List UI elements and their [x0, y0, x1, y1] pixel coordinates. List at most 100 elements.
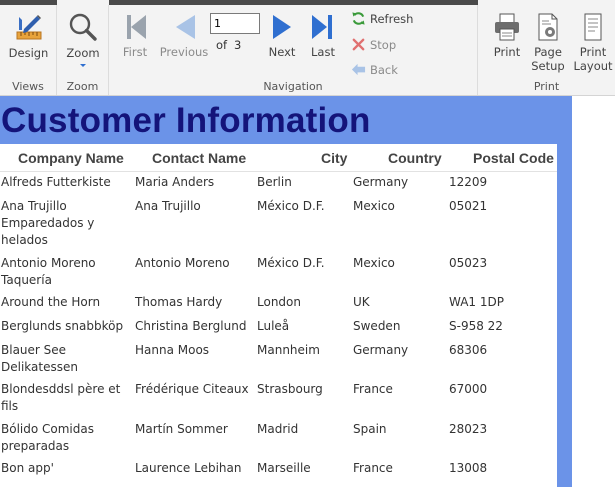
magnifier-icon [69, 13, 97, 41]
cell-country: France [353, 382, 393, 396]
print-layout-label-2: Layout [573, 59, 613, 73]
cell-contact: Laurence Lebihan [135, 461, 242, 475]
cell-postal: 28023 [449, 422, 488, 436]
print-group-label: Print [533, 80, 560, 93]
cell-country: Germany [353, 175, 409, 189]
cell-postal: WA1 1DP [449, 295, 504, 309]
previous-page-icon [176, 15, 195, 39]
cell-contact: Christina Berglund [135, 319, 247, 333]
cell-contact: Antonio Moreno [135, 256, 230, 270]
cell-company: Blondesddsl père et fils [1, 382, 121, 413]
cell-city: Berlin [257, 175, 292, 189]
cell-company: Berglunds snabbköp [1, 319, 124, 333]
print-layout-button[interactable]: Print Layout [572, 12, 614, 73]
column-header-city: City [321, 150, 348, 166]
first-label: First [122, 45, 148, 59]
back-button[interactable]: Back [351, 62, 398, 77]
cell-postal: 12209 [449, 175, 488, 189]
cell-postal: 13008 [449, 461, 488, 475]
page-setup-label-2: Setup [531, 59, 565, 73]
navigation-group-label: Navigation [263, 80, 323, 93]
cell-city: Madrid [257, 422, 299, 436]
print-layout-label-1: Print [579, 45, 607, 59]
cell-company: Bólido Comidas preparadas [1, 422, 94, 453]
ribbon-toolbar: Design Views Zoom Zoom Navigation First [0, 0, 615, 96]
cell-city: Strasbourg [257, 382, 323, 396]
cell-company: Around the Horn [1, 295, 101, 309]
refresh-button[interactable]: Refresh [351, 11, 413, 26]
page-setup-label-1: Page [534, 45, 562, 59]
cell-country: France [353, 461, 393, 475]
cell-contact: Hanna Moos [135, 343, 210, 357]
print-label: Print [493, 45, 521, 59]
stop-label: Stop [370, 37, 397, 52]
cell-country: Spain [353, 422, 387, 436]
report-page: Company Name Contact Name City Country P… [0, 144, 557, 487]
cell-country: Mexico [353, 199, 395, 213]
previous-label: Previous [159, 45, 209, 59]
cell-city: México D.F. [257, 199, 325, 213]
cell-postal: 05023 [449, 256, 488, 270]
last-label: Last [311, 45, 335, 59]
zoom-label: Zoom [66, 46, 100, 60]
cell-contact: Martín Sommer [135, 422, 228, 436]
of-label: of [216, 38, 228, 52]
page-setup-icon [538, 13, 558, 41]
back-arrow-icon [351, 63, 366, 76]
print-layout-icon [584, 13, 602, 41]
next-label: Next [268, 45, 296, 59]
design-icon [16, 15, 41, 40]
design-button[interactable]: Design [5, 11, 52, 60]
first-page-button[interactable]: First [115, 12, 155, 59]
page-number-input[interactable] [210, 13, 260, 34]
cell-contact: Ana Trujillo [135, 199, 201, 213]
cell-contact: Frédérique Citeaux [135, 382, 249, 396]
last-page-icon [312, 15, 332, 39]
cell-city: Luleå [257, 319, 290, 333]
previous-page-button[interactable]: Previous [158, 12, 210, 59]
cell-postal: S-958 22 [449, 319, 503, 333]
column-header-country: Country [388, 150, 442, 166]
cell-city: Mannheim [257, 343, 320, 357]
back-label: Back [370, 62, 398, 77]
cell-city: London [257, 295, 301, 309]
cell-company: Alfreds Futterkiste [1, 175, 111, 189]
cell-country: Mexico [353, 256, 395, 270]
stop-button[interactable]: Stop [351, 37, 396, 52]
cell-city: México D.F. [257, 256, 325, 270]
cell-company: Antonio Moreno Taquería [1, 256, 96, 287]
print-button[interactable]: Print [488, 12, 526, 59]
design-label: Design [8, 46, 49, 60]
cell-company: Blauer See Delikatessen [1, 343, 78, 374]
page-count: 3 [234, 38, 242, 52]
cell-city: Marseille [257, 461, 311, 475]
chevron-down-icon [80, 64, 86, 67]
zoom-group-label: Zoom [66, 80, 99, 93]
page-setup-button[interactable]: Page Setup [529, 12, 567, 73]
first-page-icon [127, 15, 146, 39]
cell-contact: Thomas Hardy [135, 295, 223, 309]
refresh-label: Refresh [370, 11, 414, 26]
printer-icon [495, 13, 519, 41]
views-group-label: Views [12, 80, 44, 93]
column-header-postal: Postal Code [473, 150, 554, 166]
column-header-contact: Contact Name [152, 150, 247, 166]
cell-country: Sweden [353, 319, 401, 333]
cell-country: Germany [353, 343, 409, 357]
cell-country: UK [353, 295, 370, 309]
next-page-button[interactable]: Next [264, 12, 300, 59]
next-page-icon [273, 15, 291, 39]
last-page-button[interactable]: Last [304, 12, 342, 59]
column-header-company: Company Name [18, 150, 124, 166]
cell-company: Ana Trujillo Emparedados y helados [1, 199, 95, 247]
header-divider [0, 171, 557, 172]
cell-postal: 68306 [449, 343, 488, 357]
refresh-icon [352, 12, 365, 25]
zoom-button[interactable]: Zoom [61, 11, 105, 70]
views-group: Design Views [0, 5, 57, 95]
cell-postal: 67000 [449, 382, 488, 396]
cell-postal: 05021 [449, 199, 488, 213]
report-viewer[interactable]: Customer Information Company Name Contac… [0, 96, 615, 487]
stop-icon [352, 38, 365, 51]
report-title: Customer Information [1, 101, 371, 140]
